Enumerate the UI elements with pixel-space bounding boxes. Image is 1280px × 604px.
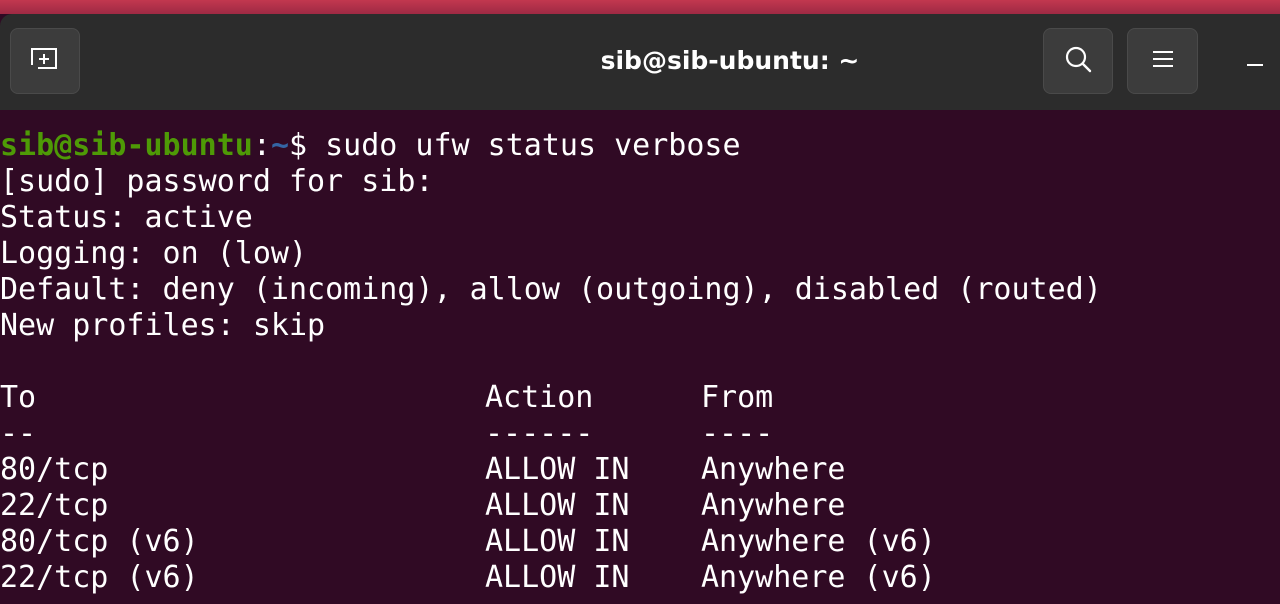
header-from: From — [701, 380, 774, 415]
new-tab-button[interactable] — [10, 28, 80, 94]
rule-from: Anywhere (v6) — [701, 560, 936, 595]
rule-to: 22/tcp — [0, 488, 109, 523]
output-line: Logging: on (low) — [0, 236, 308, 271]
separator-to: -- — [0, 416, 37, 451]
minimize-icon — [1245, 49, 1265, 74]
separator-from: ---- — [701, 416, 774, 451]
table-row: 80/tcp (v6) ALLOW IN Anywhere (v6) — [0, 524, 1280, 560]
rule-to: 22/tcp (v6) — [0, 560, 199, 595]
terminal-output[interactable]: sib@sib-ubuntu:~$ sudo ufw status verbos… — [0, 110, 1280, 604]
command-text: sudo ufw status verbose — [307, 128, 741, 163]
menu-button[interactable] — [1127, 28, 1198, 94]
rule-to: 80/tcp — [0, 452, 109, 487]
rule-from: Anywhere (v6) — [701, 524, 936, 559]
output-line: Default: deny (incoming), allow (outgoin… — [0, 272, 1102, 307]
output-line: [sudo] password for sib: — [0, 164, 434, 199]
prompt-separator: : — [252, 128, 271, 163]
title-bar[interactable]: sib@sib-ubuntu: ~ — [0, 14, 1280, 111]
rule-from: Anywhere — [701, 452, 846, 487]
minimize-button[interactable] — [1240, 46, 1270, 76]
header-to: To — [0, 380, 37, 415]
rule-from: Anywhere — [701, 488, 846, 523]
prompt-symbol: $ — [289, 128, 308, 163]
command-line: sib@sib-ubuntu:~$ sudo ufw status verbos… — [0, 128, 741, 164]
output-line: Status: active — [0, 200, 253, 235]
rule-action: ALLOW IN — [485, 524, 630, 559]
separator-action: ------ — [485, 416, 594, 451]
table-row: 80/tcp ALLOW IN Anywhere — [0, 452, 1280, 488]
terminal-window: sib@sib-ubuntu: ~ sib@sib-ubuntu:~$ sudo… — [0, 14, 1280, 604]
prompt-path: ~ — [270, 128, 289, 163]
search-icon — [1063, 44, 1093, 79]
table-row: 22/tcp (v6) ALLOW IN Anywhere (v6) — [0, 560, 1280, 596]
new-tab-icon — [29, 45, 61, 78]
prompt-user-host: sib@sib-ubuntu — [0, 128, 253, 163]
search-button[interactable] — [1043, 28, 1113, 94]
table-row: 22/tcp ALLOW IN Anywhere — [0, 488, 1280, 524]
output-line: New profiles: skip — [0, 308, 326, 343]
rule-action: ALLOW IN — [485, 488, 630, 523]
hamburger-menu-icon — [1151, 48, 1175, 75]
window-title: sib@sib-ubuntu: ~ — [600, 46, 860, 75]
rule-to: 80/tcp (v6) — [0, 524, 199, 559]
table-header: To Action From — [0, 380, 1280, 416]
rule-action: ALLOW IN — [485, 452, 630, 487]
header-action: Action — [485, 380, 594, 415]
rule-action: ALLOW IN — [485, 560, 630, 595]
table-separator: -- ------ ---- — [0, 416, 1280, 452]
desktop-background: sib@sib-ubuntu: ~ sib@sib-ubuntu:~$ sudo… — [0, 0, 1280, 604]
